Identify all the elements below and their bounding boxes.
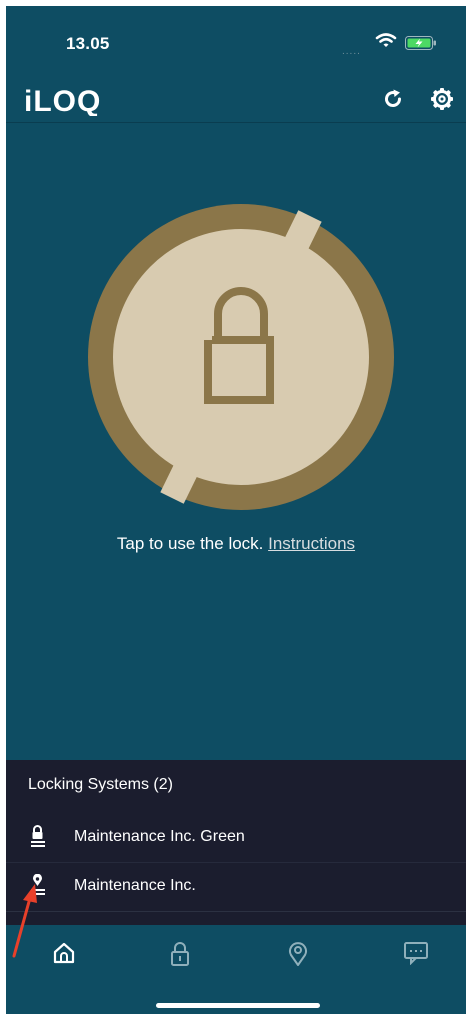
locking-system-label: Maintenance Inc. Green xyxy=(74,828,245,845)
gear-icon[interactable] xyxy=(430,87,454,111)
tab-bar xyxy=(6,925,466,1014)
key-list-icon xyxy=(31,825,45,847)
iloq-logo: iLOQ xyxy=(24,85,101,116)
tab-messages[interactable] xyxy=(395,935,435,975)
message-icon xyxy=(404,942,428,965)
battery-charging-icon xyxy=(405,36,436,50)
home-indicator xyxy=(156,1003,320,1008)
status-time: 13.05 xyxy=(66,34,110,53)
tab-keys[interactable] xyxy=(278,935,318,975)
cellular-signal-icon: ..... xyxy=(342,46,361,57)
locking-system-label: Maintenance Inc. xyxy=(74,877,196,894)
lock-hint: Tap to use the lock. Instructions xyxy=(6,534,466,554)
svg-text:iLOQ: iLOQ xyxy=(24,85,101,116)
tab-home[interactable] xyxy=(44,935,84,975)
locking-system-item[interactable]: Maintenance Inc. xyxy=(6,863,466,912)
refresh-icon[interactable] xyxy=(382,88,404,110)
locking-systems-title: Locking Systems (2) xyxy=(28,776,173,793)
wifi-icon xyxy=(375,33,397,47)
locking-systems-panel: Locking Systems (2) Maintenance Inc. Gre… xyxy=(6,760,466,925)
padlock-icon xyxy=(171,942,189,966)
annotation-arrow-icon xyxy=(12,884,37,958)
app-header: iLOQ xyxy=(6,78,466,123)
hint-text: Tap to use the lock. xyxy=(116,534,269,553)
locking-system-item[interactable]: Maintenance Inc. Green xyxy=(6,814,466,863)
status-bar: 13.05 ..... xyxy=(6,6,466,78)
app-screen: 13.05 ..... iLOQ Tap to use the lock. In… xyxy=(6,6,466,1014)
tab-locks[interactable] xyxy=(160,935,200,975)
instructions-link[interactable]: Instructions xyxy=(268,534,355,553)
key-tag-icon xyxy=(289,942,307,966)
use-lock-button[interactable] xyxy=(88,204,394,510)
lock-ring-graphic xyxy=(88,204,394,510)
home-icon xyxy=(53,942,75,964)
